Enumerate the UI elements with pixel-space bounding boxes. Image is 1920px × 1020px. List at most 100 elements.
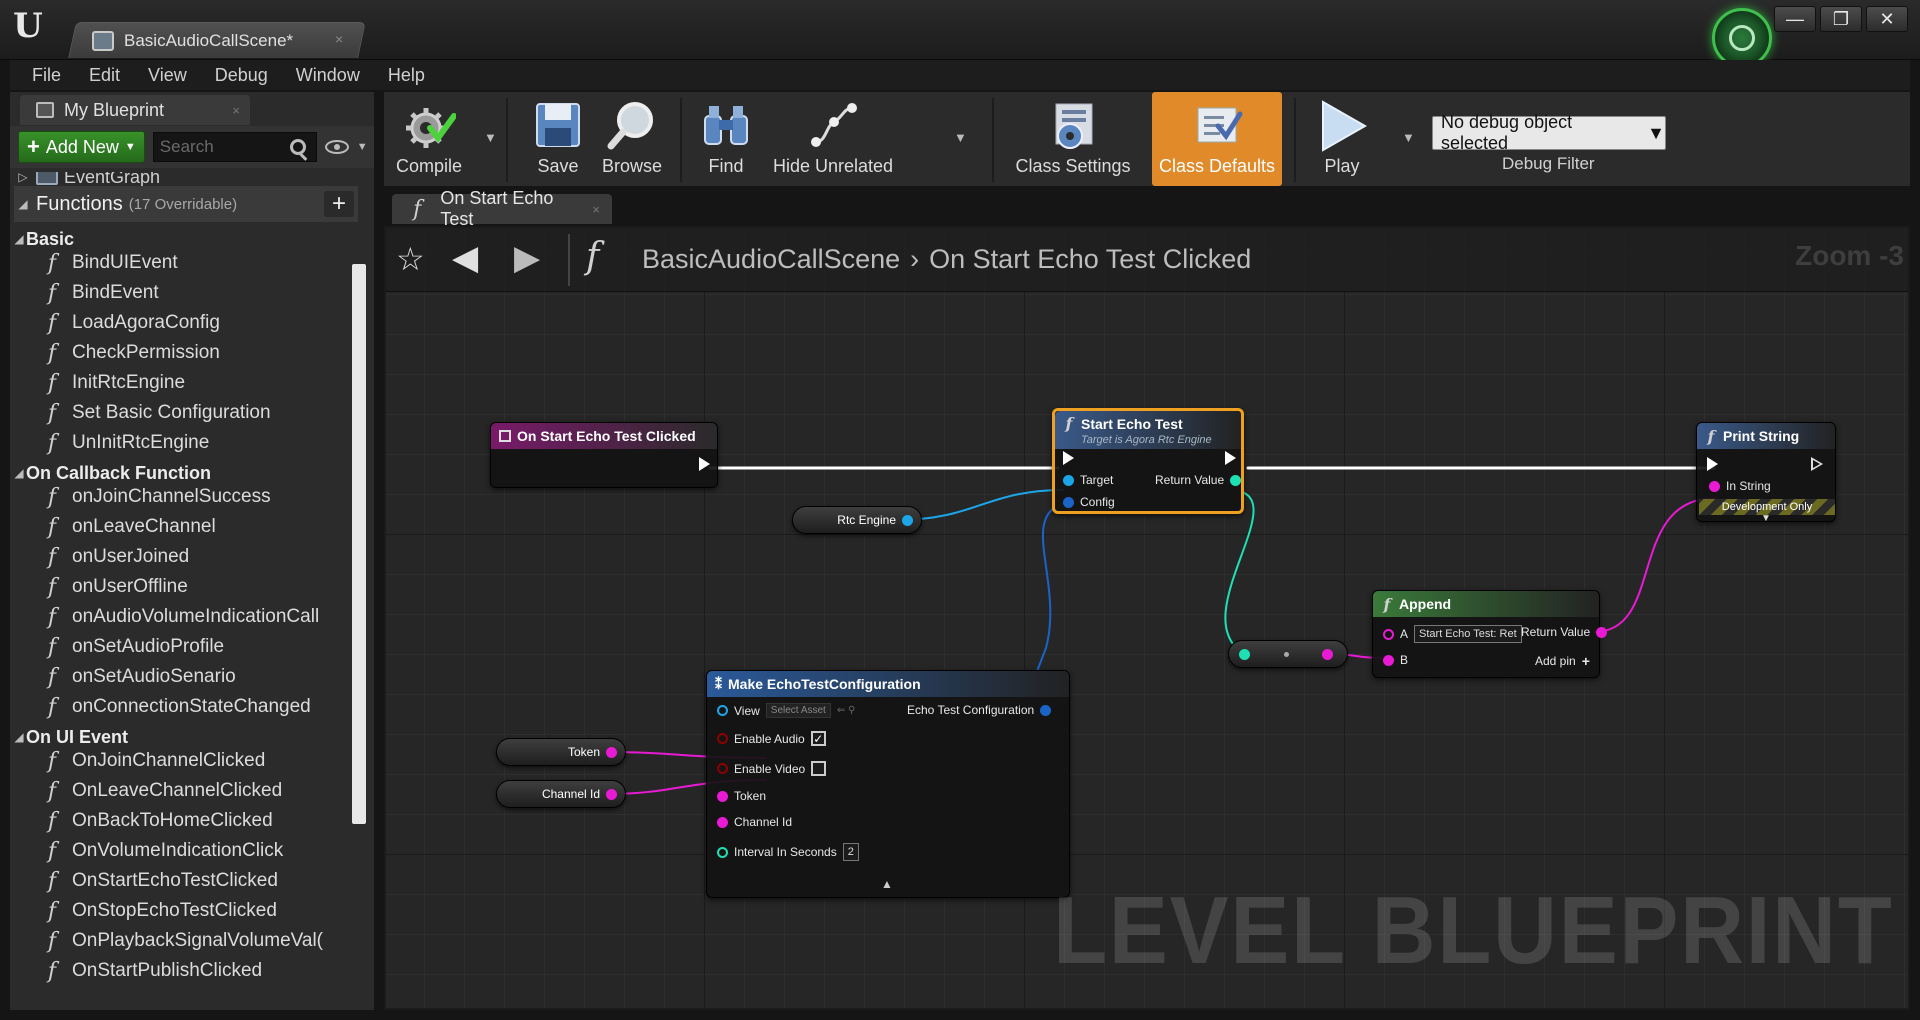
event-node[interactable]: On Start Echo Test Clicked — [490, 422, 718, 488]
append-a-input[interactable]: Start Echo Test: Ret — [1414, 625, 1522, 643]
browse-button[interactable]: Browse — [594, 92, 670, 186]
add-new-button[interactable]: + Add New ▼ — [18, 131, 145, 163]
function-list-item[interactable]: f onSetAudioSenario — [40, 662, 236, 692]
append-a-pin[interactable]: A Start Echo Test: Ret — [1383, 625, 1522, 643]
add-pin-button[interactable]: Add pin + — [1535, 653, 1590, 669]
function-list-item[interactable]: f onUserOffline — [40, 572, 188, 602]
collapse-arrow-icon[interactable]: ◢ — [12, 730, 26, 744]
function-list-item[interactable]: f onJoinChannelSuccess — [40, 482, 271, 512]
source-control-badge-icon[interactable] — [1712, 8, 1772, 68]
enable-audio-pin[interactable]: Enable Audio ✓ — [717, 731, 826, 746]
enable-video-pin[interactable]: Enable Video — [717, 761, 827, 776]
menu-window[interactable]: Window — [284, 65, 372, 86]
echo-test-config-output-pin[interactable]: Echo Test Configuration — [907, 703, 1052, 717]
interval-input[interactable]: 2 — [842, 843, 859, 861]
enable-video-checkbox[interactable] — [811, 761, 827, 776]
find-button[interactable]: Find — [694, 92, 758, 186]
function-list-item[interactable]: f CheckPermission — [40, 338, 220, 368]
function-list-item[interactable]: f OnPlaybackSignalVolumeVal( — [40, 926, 323, 956]
enable-audio-checkbox[interactable]: ✓ — [810, 731, 826, 746]
function-list-item[interactable]: f Set Basic Configuration — [40, 398, 271, 428]
menu-debug[interactable]: Debug — [203, 65, 280, 86]
compile-options-chevron-icon[interactable]: ▼ — [484, 130, 497, 145]
search-icon[interactable] — [289, 139, 306, 155]
blueprint-graph-canvas[interactable]: ☆ ◀ ▶ f BasicAudioCallScene › On Start E… — [384, 226, 1910, 1010]
document-tab-close-icon[interactable]: × — [335, 31, 343, 47]
play-options-chevron-icon[interactable]: ▼ — [1402, 130, 1415, 145]
exec-out-pin[interactable] — [699, 457, 710, 471]
exec-out-pin[interactable] — [1811, 457, 1823, 471]
graph-tab[interactable]: f On Start Echo Test × — [392, 188, 612, 229]
menu-help[interactable]: Help — [376, 65, 437, 86]
menu-view[interactable]: View — [136, 65, 199, 86]
search-box[interactable] — [152, 132, 317, 162]
hide-unrelated-options-chevron-icon[interactable]: ▼ — [954, 130, 967, 145]
append-return-pin[interactable]: Return Value — [1521, 625, 1608, 639]
view-options-eye-icon[interactable] — [324, 140, 349, 154]
config-pin[interactable]: Config — [1063, 495, 1115, 509]
class-settings-button[interactable]: Class Settings — [1012, 92, 1134, 186]
start-echo-test-node[interactable]: f Start Echo Test Target is Agora Rtc En… — [1052, 408, 1244, 514]
chevron-down-icon[interactable]: ▼ — [357, 141, 368, 153]
function-list-item[interactable]: f OnVolumeIndicationClick — [40, 836, 283, 866]
collapse-arrow-icon[interactable]: ◢ — [12, 232, 26, 246]
function-list-item[interactable]: f onUserJoined — [40, 542, 189, 572]
token-variable-node[interactable]: Token — [496, 738, 626, 766]
append-node[interactable]: f Append A Start Echo Test: Ret Return V… — [1372, 590, 1608, 678]
functions-header[interactable]: ◢ Functions (17 Overridable) + — [14, 186, 358, 222]
interval-pin[interactable]: Interval In Seconds 2 — [717, 843, 859, 861]
token-pin[interactable]: Token — [717, 789, 766, 803]
document-tab[interactable]: BasicAudioCallScene* — [92, 26, 293, 56]
to-string-conversion-node[interactable] — [1228, 640, 1348, 668]
maximize-button[interactable]: ❐ — [1820, 6, 1862, 32]
exec-in-pin[interactable] — [1707, 457, 1718, 471]
function-list-item[interactable]: f onLeaveChannel — [40, 512, 216, 542]
function-list-item[interactable]: f OnLeaveChannelClicked — [40, 776, 282, 806]
rtc-engine-variable-node[interactable]: Rtc Engine — [792, 506, 922, 534]
function-list-item[interactable]: f OnBackToHomeClicked — [40, 806, 273, 836]
make-echo-test-config-node[interactable]: ⁑ Make EchoTestConfiguration View Select… — [706, 670, 1070, 898]
graph-tab-close-icon[interactable]: × — [592, 202, 600, 217]
collapse-chevron-icon[interactable]: ▲ — [881, 877, 893, 891]
function-list-item[interactable]: f OnJoinChannelClicked — [40, 746, 265, 776]
debug-object-select[interactable]: No debug object selected ▼ — [1432, 112, 1666, 153]
class-defaults-button[interactable]: Class Defaults — [1152, 92, 1282, 186]
browse-asset-icon[interactable]: ⇐ ⚲ — [837, 705, 855, 716]
close-window-button[interactable]: ✕ — [1866, 6, 1908, 32]
print-string-node[interactable]: f Print String In String Development Onl… — [1696, 422, 1836, 524]
compile-button[interactable]: Compile — [388, 92, 470, 186]
collapse-arrow-icon[interactable]: ◢ — [12, 466, 26, 480]
function-list-item[interactable]: f OnStopEchoTestClicked — [40, 896, 277, 926]
expand-arrow-icon[interactable]: ▷ — [16, 172, 30, 184]
my-blueprint-tab-close-icon[interactable]: × — [232, 103, 240, 118]
hide-unrelated-button[interactable]: Hide Unrelated — [768, 92, 898, 186]
function-list-item[interactable]: f BindUIEvent — [40, 248, 178, 278]
channel-id-pin[interactable]: Channel Id — [717, 815, 792, 829]
play-button[interactable]: Play — [1310, 92, 1374, 186]
function-list-item[interactable]: f onConnectionStateChanged — [40, 692, 311, 722]
in-string-pin[interactable]: In String — [1709, 479, 1771, 493]
target-pin[interactable]: Target — [1063, 473, 1113, 487]
channel-id-variable-node[interactable]: Channel Id — [496, 780, 626, 808]
search-input[interactable] — [159, 134, 290, 160]
my-blueprint-tab[interactable]: My Blueprint × — [20, 95, 250, 125]
function-list-item[interactable]: f OnStartEchoTestClicked — [40, 866, 278, 896]
function-list-item[interactable]: f InitRtcEngine — [40, 368, 185, 398]
exec-out-pin[interactable] — [1225, 451, 1236, 465]
add-function-button[interactable]: + — [324, 191, 354, 217]
save-button[interactable]: Save — [524, 92, 592, 186]
function-list-item[interactable]: f onAudioVolumeIndicationCall — [40, 602, 319, 632]
scrollbar[interactable] — [352, 264, 366, 824]
function-list-item[interactable]: f UnInitRtcEngine — [40, 428, 209, 458]
exec-in-pin[interactable] — [1063, 451, 1074, 465]
collapse-arrow-icon[interactable]: ◢ — [16, 197, 30, 211]
function-list-item[interactable]: f BindEvent — [40, 278, 159, 308]
return-value-pin[interactable]: Return Value — [1155, 473, 1242, 487]
menu-edit[interactable]: Edit — [77, 65, 132, 86]
menu-file[interactable]: File — [20, 65, 73, 86]
append-b-pin[interactable]: B — [1383, 653, 1408, 667]
select-asset-dropdown[interactable]: Select Asset — [765, 703, 831, 718]
minimize-button[interactable]: — — [1774, 6, 1816, 32]
expand-chevron-icon[interactable]: ▼ — [1761, 513, 1771, 524]
function-list-item[interactable]: f onSetAudioProfile — [40, 632, 224, 662]
